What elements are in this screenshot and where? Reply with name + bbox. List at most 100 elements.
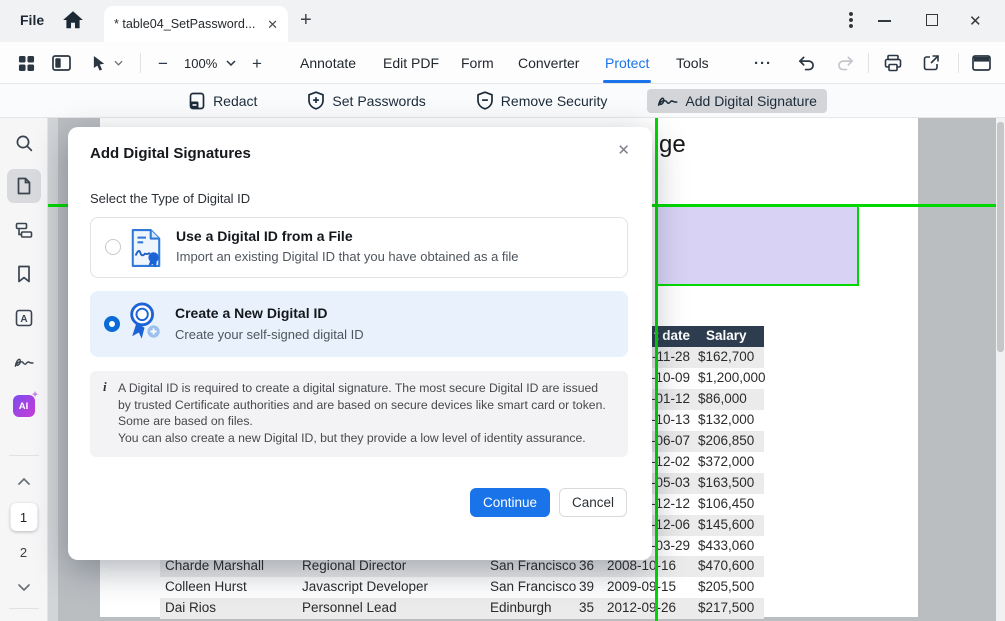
- radio-unselected[interactable]: [105, 239, 121, 255]
- continue-button[interactable]: Continue: [470, 488, 550, 517]
- sparkle-icon: ✦: [32, 390, 39, 399]
- layout-view-icon[interactable]: [972, 42, 991, 84]
- remove-security-button[interactable]: Remove Security: [466, 87, 618, 114]
- radio-selected[interactable]: [104, 316, 120, 332]
- table-cell: Personnel Lead: [302, 600, 397, 615]
- titlebar: File * table04_SetPassword... ✕ + ••• ✕: [0, 0, 1005, 42]
- option-title: Use a Digital ID from a File: [176, 228, 353, 244]
- crop-guide-vertical: [655, 118, 658, 621]
- table-cell: Edinburgh: [490, 600, 552, 615]
- table-cell: Regional Director: [302, 558, 406, 573]
- shield-minus-icon: [476, 91, 494, 110]
- more-tabs-icon[interactable]: ···: [754, 42, 772, 84]
- ai-assistant-icon[interactable]: AI✦: [7, 389, 41, 423]
- dialog-title: Add Digital Signatures: [90, 145, 251, 162]
- tab-converter[interactable]: Converter: [518, 55, 579, 71]
- tab-tools[interactable]: Tools: [676, 55, 709, 71]
- option-create-new-digital-id[interactable]: Create a New Digital ID Create your self…: [90, 291, 628, 357]
- table-cell: 35: [568, 600, 594, 615]
- zoom-out-button[interactable]: −: [158, 42, 168, 84]
- print-icon[interactable]: [884, 42, 902, 84]
- scrollbar-thumb[interactable]: [997, 122, 1004, 352]
- info-paragraph-1: A Digital ID is required to create a dig…: [118, 380, 614, 430]
- table-cell: Colleen Hurst: [165, 579, 247, 594]
- maximize-button[interactable]: [926, 14, 938, 26]
- shield-plus-icon: [307, 91, 325, 110]
- table-cell: San Francisco: [490, 558, 576, 573]
- table-cell: Dai Rios: [165, 600, 216, 615]
- page-down-icon[interactable]: [7, 576, 41, 598]
- select-cursor-icon[interactable]: [92, 42, 107, 84]
- home-icon[interactable]: [62, 10, 86, 32]
- table-cell: $470,600: [698, 558, 754, 573]
- panel-strip: [48, 118, 58, 621]
- file-menu[interactable]: File: [20, 12, 44, 28]
- table-cell: $106,450: [698, 496, 754, 511]
- sidebar-divider: [9, 455, 39, 456]
- table-cell: $86,000: [698, 391, 747, 406]
- window-menu-icon[interactable]: •••: [845, 11, 857, 29]
- dialog-close-icon[interactable]: ✕: [613, 137, 634, 163]
- tab-form[interactable]: Form: [461, 55, 494, 71]
- ai-badge: AI✦: [13, 395, 35, 417]
- bookmark-icon[interactable]: [7, 257, 41, 291]
- document-tab[interactable]: * table04_SetPassword... ✕: [104, 6, 288, 42]
- page-up-icon[interactable]: [7, 470, 41, 492]
- redact-icon: [188, 92, 206, 110]
- tab-annotate[interactable]: Annotate: [300, 55, 356, 71]
- page-heading-fragment: ge: [659, 131, 686, 159]
- table-cell: Javascript Developer: [302, 579, 428, 594]
- redact-button[interactable]: Redact: [178, 88, 267, 114]
- page-thumbnails-icon[interactable]: [7, 169, 41, 203]
- vertical-scrollbar[interactable]: [996, 118, 1005, 621]
- redact-label: Redact: [213, 93, 257, 109]
- tab-edit-pdf[interactable]: Edit PDF: [383, 55, 439, 71]
- search-icon[interactable]: [7, 126, 41, 160]
- table-row: Dai RiosPersonnel LeadEdinburgh352012-09…: [160, 598, 764, 619]
- table-cell: $163,500: [698, 475, 754, 490]
- current-page-indicator[interactable]: 1: [10, 503, 37, 531]
- add-digital-signature-button[interactable]: Add Digital Signature: [647, 89, 827, 113]
- document-tab-title: * table04_SetPassword...: [114, 17, 261, 31]
- new-digital-id-icon: [126, 301, 164, 343]
- close-window-button[interactable]: ✕: [969, 12, 982, 30]
- option-digital-id-from-file[interactable]: Use a Digital ID from a File Import an e…: [90, 217, 628, 278]
- table-cell: 36: [568, 558, 594, 573]
- annotation-a-icon[interactable]: A: [7, 301, 41, 335]
- sidebar-signature-icon[interactable]: [7, 345, 41, 379]
- new-tab-button[interactable]: +: [300, 9, 312, 32]
- cancel-button[interactable]: Cancel: [559, 488, 627, 517]
- table-cell: 2008-10-16: [607, 558, 676, 573]
- zoom-dropdown-icon[interactable]: [226, 42, 236, 84]
- panel-toggle-icon[interactable]: [52, 42, 71, 84]
- undo-icon[interactable]: [797, 42, 816, 84]
- sidebar-divider: [9, 608, 39, 609]
- minimize-button[interactable]: [878, 20, 891, 22]
- toolbar-divider: [958, 53, 959, 73]
- page-number-2[interactable]: 2: [20, 545, 27, 560]
- redo-icon[interactable]: [836, 42, 855, 84]
- table-row: Colleen HurstJavascript DeveloperSan Fra…: [160, 577, 764, 598]
- tab-protect[interactable]: Protect: [605, 55, 649, 71]
- active-tab-underline: [603, 80, 651, 83]
- toolbar-divider: [868, 53, 869, 73]
- table-cell: 2009-09-15: [607, 579, 676, 594]
- grid-view-icon[interactable]: [18, 42, 35, 84]
- highlight-selection-rect[interactable]: [656, 204, 859, 286]
- dialog-section-label: Select the Type of Digital ID: [90, 191, 250, 206]
- digital-id-file-icon: [129, 228, 163, 268]
- set-passwords-button[interactable]: Set Passwords: [297, 87, 435, 114]
- tab-close-icon[interactable]: ✕: [267, 18, 278, 31]
- zoom-in-button[interactable]: +: [252, 42, 262, 84]
- cursor-dropdown-icon[interactable]: [114, 42, 123, 84]
- table-cell: $205,500: [698, 579, 754, 594]
- zoom-level[interactable]: 100%: [184, 56, 217, 71]
- export-share-icon[interactable]: [922, 42, 940, 84]
- remove-security-label: Remove Security: [501, 93, 608, 109]
- table-visible-rows: Charde MarshallRegional DirectorSan Fran…: [160, 556, 764, 619]
- set-passwords-label: Set Passwords: [332, 93, 425, 109]
- table-cell: $217,500: [698, 600, 754, 615]
- signature-icon: [657, 94, 678, 108]
- outline-icon[interactable]: [7, 213, 41, 247]
- info-paragraph-2: You can also create a new Digital ID, bu…: [118, 430, 614, 447]
